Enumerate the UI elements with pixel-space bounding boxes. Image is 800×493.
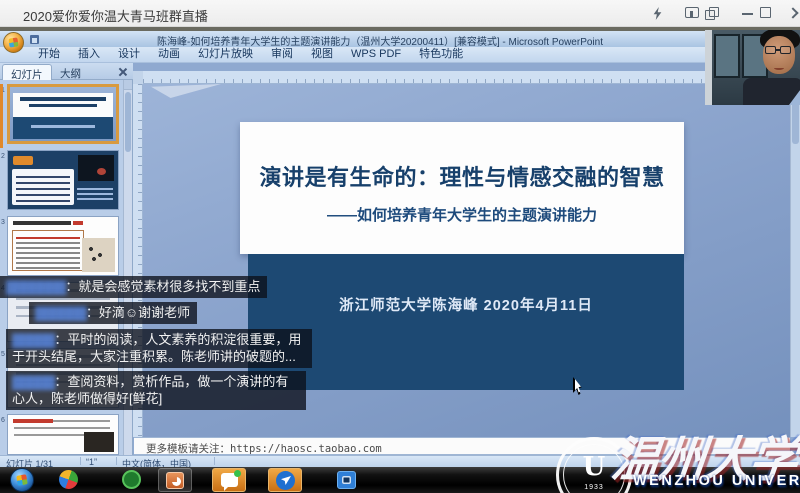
- chat-username: ▓▓▓▓▓: [12, 332, 54, 347]
- taskbar: [0, 467, 800, 493]
- minimize-button[interactable]: [742, 13, 753, 15]
- screen: 2020爱你爱你温大青马班群直播 陈海峰-如何培养青年大学生的主题演讲能力（温州…: [0, 0, 800, 493]
- ppt-window-title: 陈海峰-如何培养青年大学生的主题演讲能力（温州大学20200411）[兼容模式]…: [0, 33, 760, 48]
- status-bar: 幻灯片 1/31 “1” 中文(简体，中国): [0, 455, 800, 467]
- chat-message: ▓▓▓▓▓：查阅资料，赏析作品，做一个演讲的有心人，陈老师做得好[鲜花]: [6, 371, 306, 410]
- presenter-body: [743, 78, 800, 105]
- horizontal-ruler: [143, 71, 790, 84]
- tab-insert[interactable]: 插入: [70, 47, 108, 62]
- slide-thumbnail-2[interactable]: [7, 150, 119, 210]
- chat-username: ▓▓▓▓▓: [12, 374, 54, 389]
- copy-icon[interactable]: [705, 7, 719, 20]
- meeting-app-icon[interactable]: [268, 468, 302, 492]
- tab-view[interactable]: 视图: [303, 47, 341, 62]
- tab-home[interactable]: 开始: [30, 47, 68, 62]
- app-titlebar: 2020爱你爱你温大青马班群直播: [0, 0, 800, 27]
- screen-capture-icon[interactable]: [330, 468, 364, 492]
- ruler-corner: [133, 71, 143, 84]
- chat-message: ▓▓▓▓▓▓▓：就是会感觉素材很多找不到重点: [0, 276, 267, 298]
- office-button[interactable]: [3, 32, 24, 53]
- chat-text: ：就是会感觉素材很多找不到重点: [65, 279, 260, 294]
- webcam-video: [705, 30, 800, 105]
- windows-start-icon[interactable]: [10, 468, 34, 492]
- tab-review[interactable]: 审阅: [263, 47, 301, 62]
- slide-thumbnail-1[interactable]: [7, 84, 119, 144]
- tab-wps-pdf[interactable]: WPS PDF: [343, 47, 409, 62]
- slide-title-band: 演讲是有生命的：理性与情感交融的智慧 ——如何培养青年大学生的主题演讲能力: [240, 122, 684, 254]
- close-pane-icon[interactable]: [119, 68, 127, 76]
- selected-slide-marker: [0, 84, 3, 148]
- status-theme: “1”: [86, 457, 97, 467]
- slide-author-panel: 浙江师范大学陈海峰 2020年4月11日: [248, 254, 684, 390]
- slide-subtitle: ——如何培养青年大学生的主题演讲能力: [240, 204, 684, 225]
- tab-outline-pane[interactable]: 大纲: [52, 64, 89, 80]
- chat-username: ▓▓▓▓▓▓: [35, 305, 86, 320]
- mouse-cursor: [573, 377, 585, 395]
- tab-animation[interactable]: 动画: [150, 47, 188, 62]
- chat-text: ：好滴☺谢谢老师: [86, 305, 190, 320]
- slide-thumbnail-3[interactable]: [7, 216, 119, 276]
- save-icon[interactable]: [30, 35, 39, 44]
- tab-design[interactable]: 设计: [110, 47, 148, 62]
- chat-username: ▓▓▓▓▓▓▓: [6, 279, 65, 294]
- notes-text: 更多模板请关注：https://haosc.taobao.com: [146, 441, 382, 456]
- chat-message: ▓▓▓▓▓▓：好滴☺谢谢老师: [29, 302, 197, 324]
- highlight-wedge: [151, 84, 221, 98]
- tab-slideshow[interactable]: 幻灯片放映: [190, 47, 261, 62]
- chat-app-icon[interactable]: [212, 468, 246, 492]
- tab-slides-pane[interactable]: 幻灯片: [2, 64, 52, 80]
- pin-window-icon[interactable]: [685, 7, 699, 18]
- chat-message: ▓▓▓▓▓：平时的阅读，人文素养的积淀很重要，用于开头结尾，大家注重积累。陈老师…: [6, 329, 312, 368]
- slide-author-line: 浙江师范大学陈海峰 2020年4月11日: [248, 294, 684, 315]
- ppt-titlebar: 陈海峰-如何培养青年大学生的主题演讲能力（温州大学20200411）[兼容模式]…: [0, 31, 800, 47]
- maximize-button[interactable]: [760, 7, 771, 18]
- notes-pane[interactable]: 更多模板请关注：https://haosc.taobao.com: [134, 437, 790, 455]
- green-app-icon[interactable]: [115, 468, 149, 492]
- powerpoint-taskbar-icon[interactable]: [158, 468, 192, 492]
- pane-tabs: 幻灯片 大纲: [0, 63, 133, 80]
- close-button[interactable]: [787, 7, 798, 18]
- boost-icon[interactable]: [652, 7, 666, 20]
- main-scrollbar[interactable]: [790, 84, 800, 437]
- chat-text: ：平时的阅读，人文素养的积淀很重要，用于开头结尾，大家注重积累。陈老师讲的破题的…: [12, 332, 301, 364]
- slide-thumbnail-6[interactable]: [7, 414, 119, 455]
- slide-title: 演讲是有生命的：理性与情感交融的智慧: [240, 160, 684, 192]
- tab-features[interactable]: 特色功能: [411, 47, 471, 62]
- ribbon-tabs: 开始 插入 设计 动画 幻灯片放映 审阅 视图 WPS PDF 特色功能: [0, 47, 800, 63]
- security-pinwheel-icon[interactable]: [52, 468, 86, 492]
- app-title: 2020爱你爱你温大青马班群直播: [23, 6, 208, 25]
